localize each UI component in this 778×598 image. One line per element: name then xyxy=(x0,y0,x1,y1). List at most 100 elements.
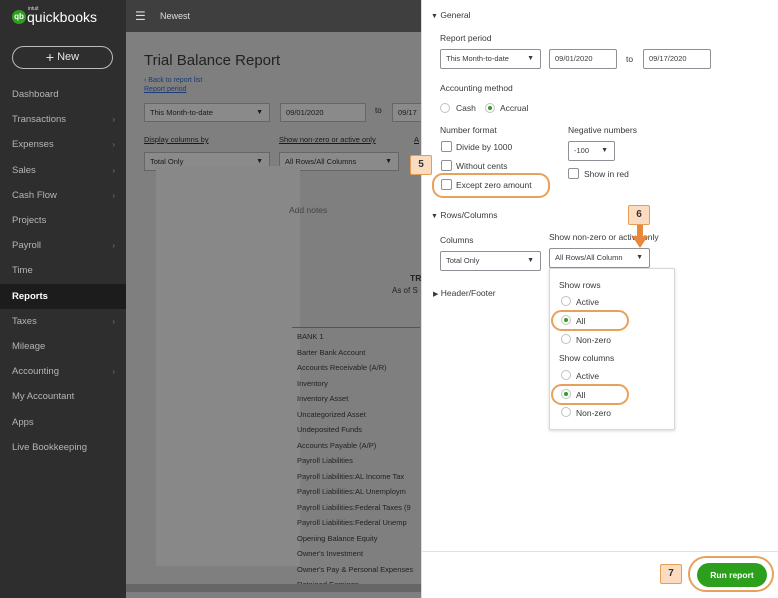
except-zero-label: Except zero amount xyxy=(456,180,532,190)
show-nonzero-value: All Rows/All Columns xyxy=(285,157,357,166)
cash-radio[interactable] xyxy=(440,103,450,113)
to-label: to xyxy=(375,106,382,115)
sidebar-item-taxes[interactable]: Taxes › xyxy=(0,309,126,334)
sidebar-item-live-bookkeeping[interactable]: Live Bookkeeping xyxy=(0,435,126,460)
sidebar-item-payroll[interactable]: Payroll › xyxy=(0,233,126,258)
caret-down-icon: ▼ xyxy=(601,147,608,154)
divide-by-1000-checkbox[interactable] xyxy=(441,141,452,152)
report-divider xyxy=(292,327,420,328)
caret-down-icon: ▼ xyxy=(256,109,263,116)
rows-columns-section-toggle[interactable]: ▼ Rows/Columns xyxy=(431,210,497,220)
panel-end-date-input[interactable]: 09/17/2020 xyxy=(643,49,711,69)
sidebar-item-label: Expenses xyxy=(12,139,54,151)
sidebar-item-label: Cash Flow xyxy=(12,189,57,201)
account-row: Undeposited Funds xyxy=(297,425,363,434)
sidebar-item-accounting[interactable]: Accounting › xyxy=(0,359,126,384)
show-nonzero-dropdown xyxy=(549,268,675,430)
columns-select[interactable]: Total Only ▼ xyxy=(440,251,541,271)
sidebar-item-label: Projects xyxy=(12,215,47,226)
columns-nonzero-radio[interactable] xyxy=(561,407,571,417)
sidebar-item-cash-flow[interactable]: Cash Flow › xyxy=(0,183,126,208)
panel-start-date-input[interactable]: 09/01/2020 xyxy=(549,49,617,69)
sidebar-item-dashboard[interactable]: Dashboard xyxy=(0,82,126,107)
rows-columns-label: Rows/Columns xyxy=(440,210,498,220)
plus-icon: + xyxy=(45,49,55,65)
negative-numbers-select[interactable]: -100 ▼ xyxy=(568,141,615,161)
accounting-method-label: Accounting method xyxy=(440,83,513,93)
run-report-button[interactable]: Run report xyxy=(697,563,767,587)
sidebar-item-label: Accounting xyxy=(12,366,60,378)
back-to-report-list-link[interactable]: ‹ Back to report list xyxy=(144,77,202,84)
step-7-callout: 7 xyxy=(660,564,682,584)
period-select[interactable]: This Month-to-date ▼ xyxy=(144,103,270,122)
chevron-right-icon: › xyxy=(112,140,115,150)
accrual-label: Accrual xyxy=(500,103,529,113)
account-row: Accounts Receivable (A/R) xyxy=(297,363,387,372)
account-row: Opening Balance Equity xyxy=(297,533,378,543)
sidebar-item-projects[interactable]: Projects xyxy=(0,208,126,233)
sidebar-item-transactions[interactable]: Transactions › xyxy=(0,107,126,132)
sidebar-item-sales[interactable]: Sales › xyxy=(0,158,126,183)
account-row: Payroll Liabilities:AL Income Tax xyxy=(297,471,405,481)
hamburger-menu-icon[interactable]: ☰ xyxy=(135,9,146,23)
show-nonzero-label: Show non-zero or active only xyxy=(279,135,376,144)
sidebar-item-label: Transactions xyxy=(12,114,67,126)
columns-active-radio[interactable] xyxy=(561,370,571,380)
account-row: Inventory Asset xyxy=(297,394,349,403)
back-link-label: Back to report list xyxy=(148,77,203,84)
header-footer-section-toggle[interactable]: ▶ Header/Footer xyxy=(433,288,496,298)
sidebar-item-expenses[interactable]: Expenses › xyxy=(0,132,126,157)
show-in-red-checkbox[interactable] xyxy=(568,168,579,179)
rows-all-radio[interactable] xyxy=(561,315,571,325)
columns-active-label: Active xyxy=(576,371,600,381)
except-zero-checkbox[interactable] xyxy=(441,179,452,190)
panel-period-select[interactable]: This Month-to-date ▼ xyxy=(440,49,541,69)
without-cents-checkbox[interactable] xyxy=(441,160,452,171)
sidebar-item-label: Apps xyxy=(12,416,34,428)
show-rows-label: Show rows xyxy=(559,280,601,290)
show-in-red-label: Show in red xyxy=(584,169,629,179)
accrual-radio[interactable] xyxy=(485,103,495,113)
new-button-label: New xyxy=(57,51,80,63)
new-button[interactable]: + New xyxy=(12,46,113,69)
account-row: Inventory xyxy=(297,378,328,388)
negative-numbers-label: Negative numbers xyxy=(568,125,637,135)
sidebar-item-my-accountant[interactable]: My Accountant xyxy=(0,384,126,409)
horizontal-scrollbar[interactable] xyxy=(126,584,426,592)
add-notes-link[interactable]: Add notes xyxy=(289,205,327,215)
rows-nonzero-radio[interactable] xyxy=(561,334,571,344)
start-date-input[interactable]: 09/01/2020 xyxy=(280,103,366,122)
negative-value: -100 xyxy=(574,146,590,155)
sidebar-item-label: My Accountant xyxy=(12,391,75,403)
sidebar-item-label: Mileage xyxy=(12,341,46,352)
sidebar-item-mileage[interactable]: Mileage xyxy=(0,334,126,359)
sidebar-item-apps[interactable]: Apps xyxy=(0,410,126,435)
sidebar-item-reports[interactable]: Reports xyxy=(0,283,126,309)
quickbooks-logo[interactable]: qb quickbooks intuit xyxy=(12,6,97,25)
panel-period-value: This Month-to-date xyxy=(446,54,509,63)
columns-all-radio[interactable] xyxy=(561,389,571,399)
account-row: Barter Bank Account xyxy=(297,347,366,357)
rows-all-label: All xyxy=(576,316,586,326)
rows-active-radio[interactable] xyxy=(561,296,571,306)
show-columns-label: Show columns xyxy=(559,353,615,363)
display-columns-value: Total Only xyxy=(150,157,184,166)
general-section-toggle[interactable]: ▼ General xyxy=(431,10,471,20)
caret-down-icon: ▼ xyxy=(527,55,534,62)
account-row: Payroll Liabilities:Federal Taxes (9 xyxy=(297,502,411,512)
account-row: Uncategorized Asset xyxy=(297,409,366,419)
show-nonzero-select[interactable]: All Rows/All Column ▼ xyxy=(549,248,650,268)
rows-nonzero-label: Non-zero xyxy=(576,335,611,345)
cash-label: Cash xyxy=(456,103,476,113)
sidebar-item-time[interactable]: Time xyxy=(0,258,126,283)
sidebar-item-label: Live Bookkeeping xyxy=(12,441,87,453)
header-footer-label: Header/Footer xyxy=(440,288,496,298)
report-subheader-partial: As of S xyxy=(392,286,418,295)
newest-label: Newest xyxy=(160,11,191,21)
arrow-down-icon xyxy=(632,225,648,248)
sidebar-item-label: Dashboard xyxy=(12,89,59,100)
qb-logo-icon: qb xyxy=(12,10,26,24)
rows-active-label: Active xyxy=(576,297,600,307)
caret-down-icon: ▼ xyxy=(385,158,392,165)
sidebar-item-label: Reports xyxy=(12,290,48,302)
